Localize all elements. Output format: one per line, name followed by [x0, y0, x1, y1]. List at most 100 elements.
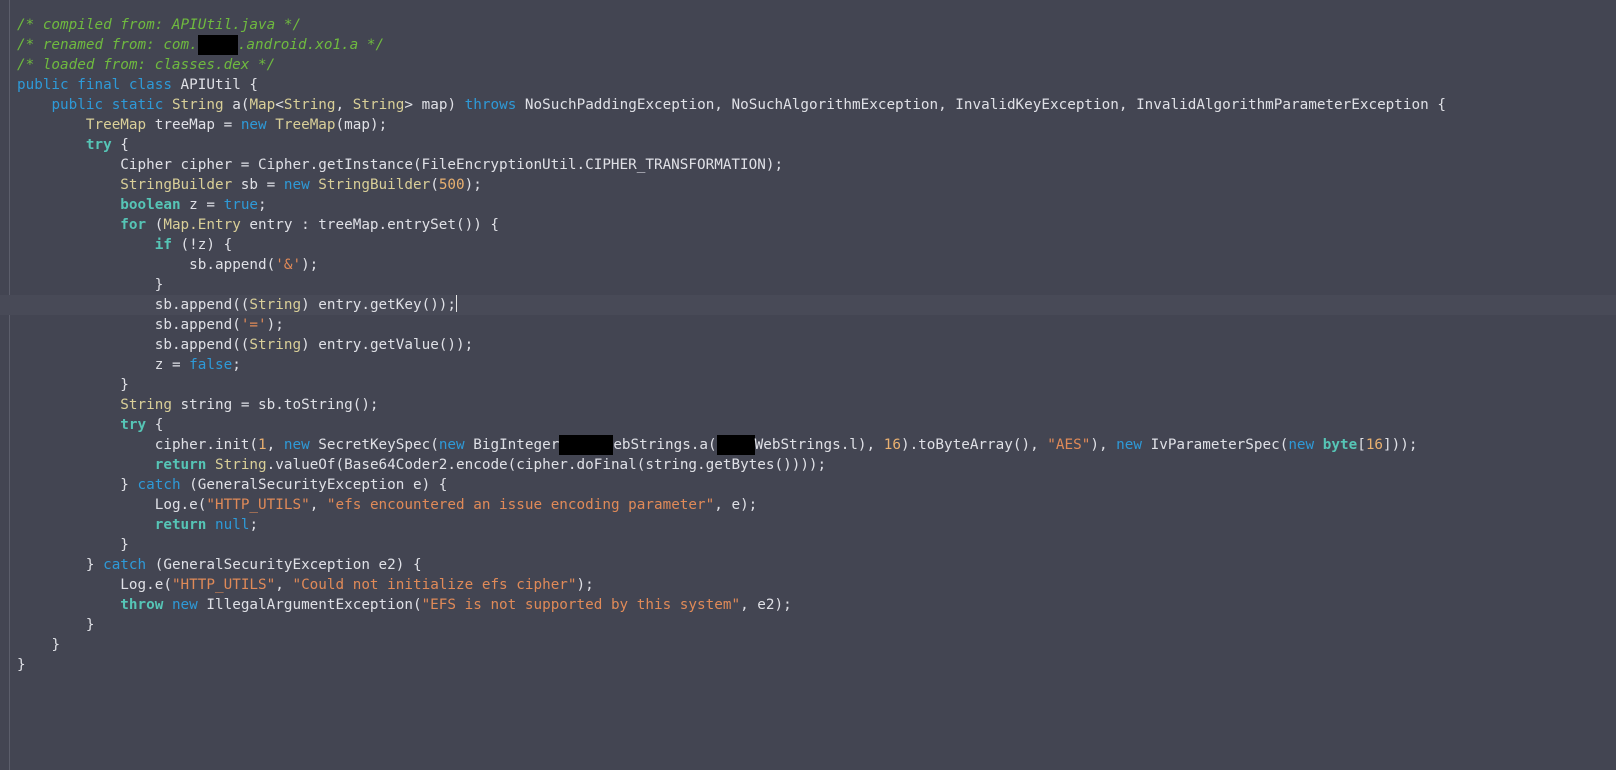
- redaction-block: [559, 435, 614, 455]
- code-line[interactable]: StringBuilder sb = new StringBuilder(500…: [0, 175, 1616, 195]
- code-line[interactable]: } catch (GeneralSecurityException e2) {: [0, 555, 1616, 575]
- code-token: }: [154, 277, 164, 293]
- code-token: Log.e(: [154, 497, 207, 513]
- code-token: }: [120, 537, 129, 553]
- code-line[interactable]: }: [0, 375, 1616, 395]
- code-token: true: [223, 197, 259, 213]
- code-line[interactable]: sb.append('&');: [0, 255, 1616, 275]
- code-token: ,: [335, 97, 353, 113]
- code-token: "efs encountered an issue encoding param…: [326, 497, 715, 513]
- code-token: String: [215, 457, 267, 473]
- code-token: IllegalArgumentException(: [197, 597, 422, 613]
- code-line[interactable]: } catch (GeneralSecurityException e) {: [0, 475, 1616, 495]
- code-token: );: [464, 177, 482, 193]
- code-line[interactable]: }: [0, 615, 1616, 635]
- code-line[interactable]: /* renamed from: com. .android.xo1.a */: [0, 35, 1616, 55]
- code-line[interactable]: boolean z = true;: [0, 195, 1616, 215]
- code-line[interactable]: z = false;: [0, 355, 1616, 375]
- code-line[interactable]: Cipher cipher = Cipher.getInstance(FileE…: [0, 155, 1616, 175]
- code-line[interactable]: Log.e("HTTP_UTILS", "Could not initializ…: [0, 575, 1616, 595]
- code-token: new: [1116, 437, 1142, 453]
- code-line[interactable]: /* compiled from: APIUtil.java */: [0, 15, 1616, 35]
- code-token: (GeneralSecurityException e) {: [180, 477, 448, 493]
- code-line[interactable]: Log.e("HTTP_UTILS", "efs encountered an …: [0, 495, 1616, 515]
- code-token: ).toByteArray(),: [900, 437, 1048, 453]
- code-token: }: [120, 377, 129, 393]
- code-token: , e2);: [740, 597, 792, 613]
- code-token: <: [275, 97, 284, 113]
- code-token: (!z) {: [171, 237, 233, 253]
- code-line[interactable]: try {: [0, 135, 1616, 155]
- code-token: NoSuchPaddingException, NoSuchAlgorithmE…: [516, 97, 1446, 113]
- code-line[interactable]: public static String a(Map<String, Strin…: [0, 95, 1616, 115]
- code-line[interactable]: sb.append((String) entry.getKey());: [0, 295, 1616, 315]
- code-token: null: [215, 517, 250, 533]
- code-line[interactable]: for (Map.Entry entry : treeMap.entrySet(…: [0, 215, 1616, 235]
- code-token: WebStrings.l),: [754, 437, 884, 453]
- code-token: IvParameterSpec(: [1142, 437, 1289, 453]
- code-line[interactable]: return null;: [0, 515, 1616, 535]
- code-line[interactable]: throw new IllegalArgumentException("EFS …: [0, 595, 1616, 615]
- code-line[interactable]: try {: [0, 415, 1616, 435]
- code-token: ]));: [1383, 437, 1418, 453]
- code-token: new: [438, 437, 465, 453]
- code-token: String: [120, 397, 172, 413]
- code-line[interactable]: sb.append('=');: [0, 315, 1616, 335]
- code-token: );: [266, 317, 284, 333]
- redaction-block: [197, 35, 238, 55]
- code-line[interactable]: /* loaded from: classes.dex */: [0, 55, 1616, 75]
- code-token: {: [111, 137, 129, 153]
- code-line[interactable]: cipher.init(1, new SecretKeySpec(new Big…: [0, 435, 1616, 455]
- code-token: (GeneralSecurityException e2) {: [146, 557, 422, 573]
- code-line[interactable]: if (!z) {: [0, 235, 1616, 255]
- code-token: (map);: [335, 117, 388, 133]
- code-token: try: [120, 417, 147, 433]
- code-token: "EFS is not supported by this system": [421, 597, 741, 613]
- code-line[interactable]: }: [0, 535, 1616, 555]
- code-token: try: [85, 137, 112, 153]
- code-token: .valueOf(Base64Coder2.encode(cipher.doFi…: [266, 457, 827, 473]
- code-token: );: [301, 257, 319, 273]
- code-token: new: [240, 117, 267, 133]
- code-lines[interactable]: /* compiled from: APIUtil.java */ /* rena…: [0, 15, 1616, 675]
- code-token: ebStrings.a(: [613, 437, 717, 453]
- code-token: boolean: [120, 197, 181, 213]
- code-line[interactable]: public final class APIUtil {: [0, 75, 1616, 95]
- code-line[interactable]: String string = sb.toString();: [0, 395, 1616, 415]
- code-token: treeMap =: [146, 117, 241, 133]
- code-token: "Could not initialize efs cipher": [292, 577, 577, 593]
- code-token: string = sb.toString();: [171, 397, 379, 413]
- code-token: StringBuilder: [120, 177, 233, 193]
- code-token: z =: [180, 197, 224, 213]
- code-token: }: [17, 657, 26, 673]
- code-line[interactable]: }: [0, 655, 1616, 675]
- code-token: ;: [258, 197, 267, 213]
- code-token: String: [249, 297, 302, 313]
- code-token: 16: [1365, 437, 1384, 453]
- code-token: ,: [309, 497, 327, 513]
- code-line[interactable]: return String.valueOf(Base64Coder2.encod…: [0, 455, 1616, 475]
- code-token: byte: [1322, 437, 1358, 453]
- code-token: Cipher cipher = Cipher.getInstance(FileE…: [120, 157, 784, 173]
- code-editor[interactable]: /* compiled from: APIUtil.java */ /* rena…: [0, 0, 1616, 770]
- code-line[interactable]: sb.append((String) entry.getValue());: [0, 335, 1616, 355]
- code-line[interactable]: }: [0, 275, 1616, 295]
- code-line[interactable]: }: [0, 635, 1616, 655]
- code-line[interactable]: TreeMap treeMap = new TreeMap(map);: [0, 115, 1616, 135]
- code-token: '&': [275, 257, 302, 273]
- code-token: for: [120, 217, 147, 233]
